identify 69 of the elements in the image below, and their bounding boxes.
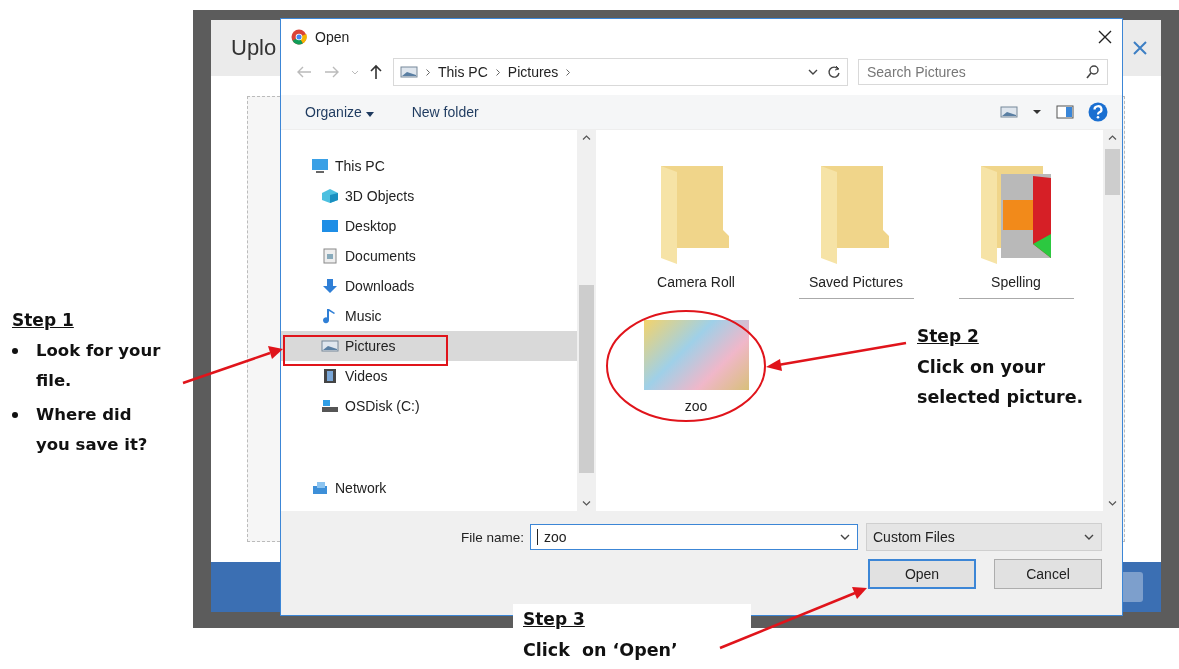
cube-icon [321, 188, 339, 204]
picture-icon [400, 64, 418, 80]
organize-menu-button[interactable]: Organize [303, 102, 376, 122]
scrollbar[interactable] [577, 130, 596, 511]
chevron-right-icon [495, 68, 500, 76]
nav-item[interactable]: Music [281, 301, 577, 331]
instruction-text: Look for your file. [36, 340, 161, 392]
search-icon [1086, 64, 1100, 80]
instruction-text: Click on your selected picture. [917, 356, 1085, 409]
desktop-icon [321, 218, 339, 234]
file-type-dropdown[interactable]: Custom Files [866, 523, 1102, 551]
refresh-icon [827, 64, 841, 80]
scroll-down-icon[interactable] [1108, 501, 1117, 506]
nav-item[interactable]: Downloads [281, 271, 577, 301]
scroll-thumb[interactable] [579, 285, 594, 473]
instruction-text: Click on ‘Open’ [523, 639, 679, 662]
file-item[interactable]: Saved Pictures [776, 164, 936, 320]
close-icon[interactable] [1098, 30, 1112, 44]
bullet-icon [12, 412, 18, 418]
scrollbar[interactable] [1103, 130, 1122, 511]
breadcrumb-link[interactable]: This PC [438, 64, 488, 80]
scroll-down-icon[interactable] [582, 501, 591, 506]
file-item[interactable]: Spelling [936, 164, 1096, 320]
step-heading: Step 3 [523, 609, 586, 629]
up-arrow-icon [369, 64, 383, 80]
caret-down-icon [365, 112, 374, 117]
dialog-title: Uplo [231, 35, 277, 61]
toolbar-button[interactable]: New folder [409, 102, 481, 122]
scroll-up-icon[interactable] [1108, 135, 1117, 140]
field-label: File name: [460, 529, 524, 545]
chevron-right-icon [426, 68, 430, 76]
document-icon [321, 248, 339, 264]
monitor-icon [311, 158, 329, 174]
file-item[interactable]: Camera Roll [616, 164, 776, 320]
nav-item[interactable]: This PC [281, 151, 577, 181]
bullet-icon [12, 348, 18, 354]
file-name-input[interactable]: zoo [530, 524, 858, 550]
film-icon [321, 368, 339, 384]
picture-icon [321, 338, 339, 354]
drive-icon [321, 398, 339, 414]
nav-item[interactable]: Pictures [281, 331, 577, 361]
file-item[interactable]: zoo [616, 320, 776, 476]
address-bar[interactable]: This PC Pictures [393, 58, 848, 86]
nav-item[interactable]: 3D Objects [281, 181, 577, 211]
breadcrumb-link[interactable]: Pictures [507, 64, 559, 80]
picture-icon [1000, 104, 1018, 120]
help-icon [1088, 102, 1108, 122]
search-field[interactable]: Search Pictures [858, 59, 1108, 85]
window-title: Open [315, 29, 351, 45]
preview-pane-icon [1056, 104, 1074, 120]
browser-logo-icon [291, 29, 307, 45]
dialog-button[interactable]: Open [868, 559, 976, 589]
instruction-text: Where did you save it? [36, 404, 149, 456]
nav-item[interactable]: Desktop [281, 211, 577, 241]
nav-item[interactable]: Network [281, 473, 577, 503]
nav-item[interactable]: OSDisk (C:) [281, 391, 577, 421]
chevron-right-icon [566, 68, 571, 76]
forward-arrow-icon [323, 64, 341, 80]
nav-item[interactable]: Documents [281, 241, 577, 271]
network-icon [311, 480, 329, 496]
scroll-up-icon[interactable] [582, 135, 591, 140]
back-arrow-icon [295, 64, 313, 80]
download-arrow-icon [321, 278, 339, 294]
nav-item[interactable]: Videos [281, 361, 577, 391]
chevron-down-icon [351, 69, 359, 75]
step-heading: Step 1 [12, 310, 74, 330]
dialog-button[interactable]: Cancel [994, 559, 1102, 589]
step-heading: Step 2 [917, 326, 980, 346]
scroll-thumb[interactable] [1105, 149, 1120, 195]
